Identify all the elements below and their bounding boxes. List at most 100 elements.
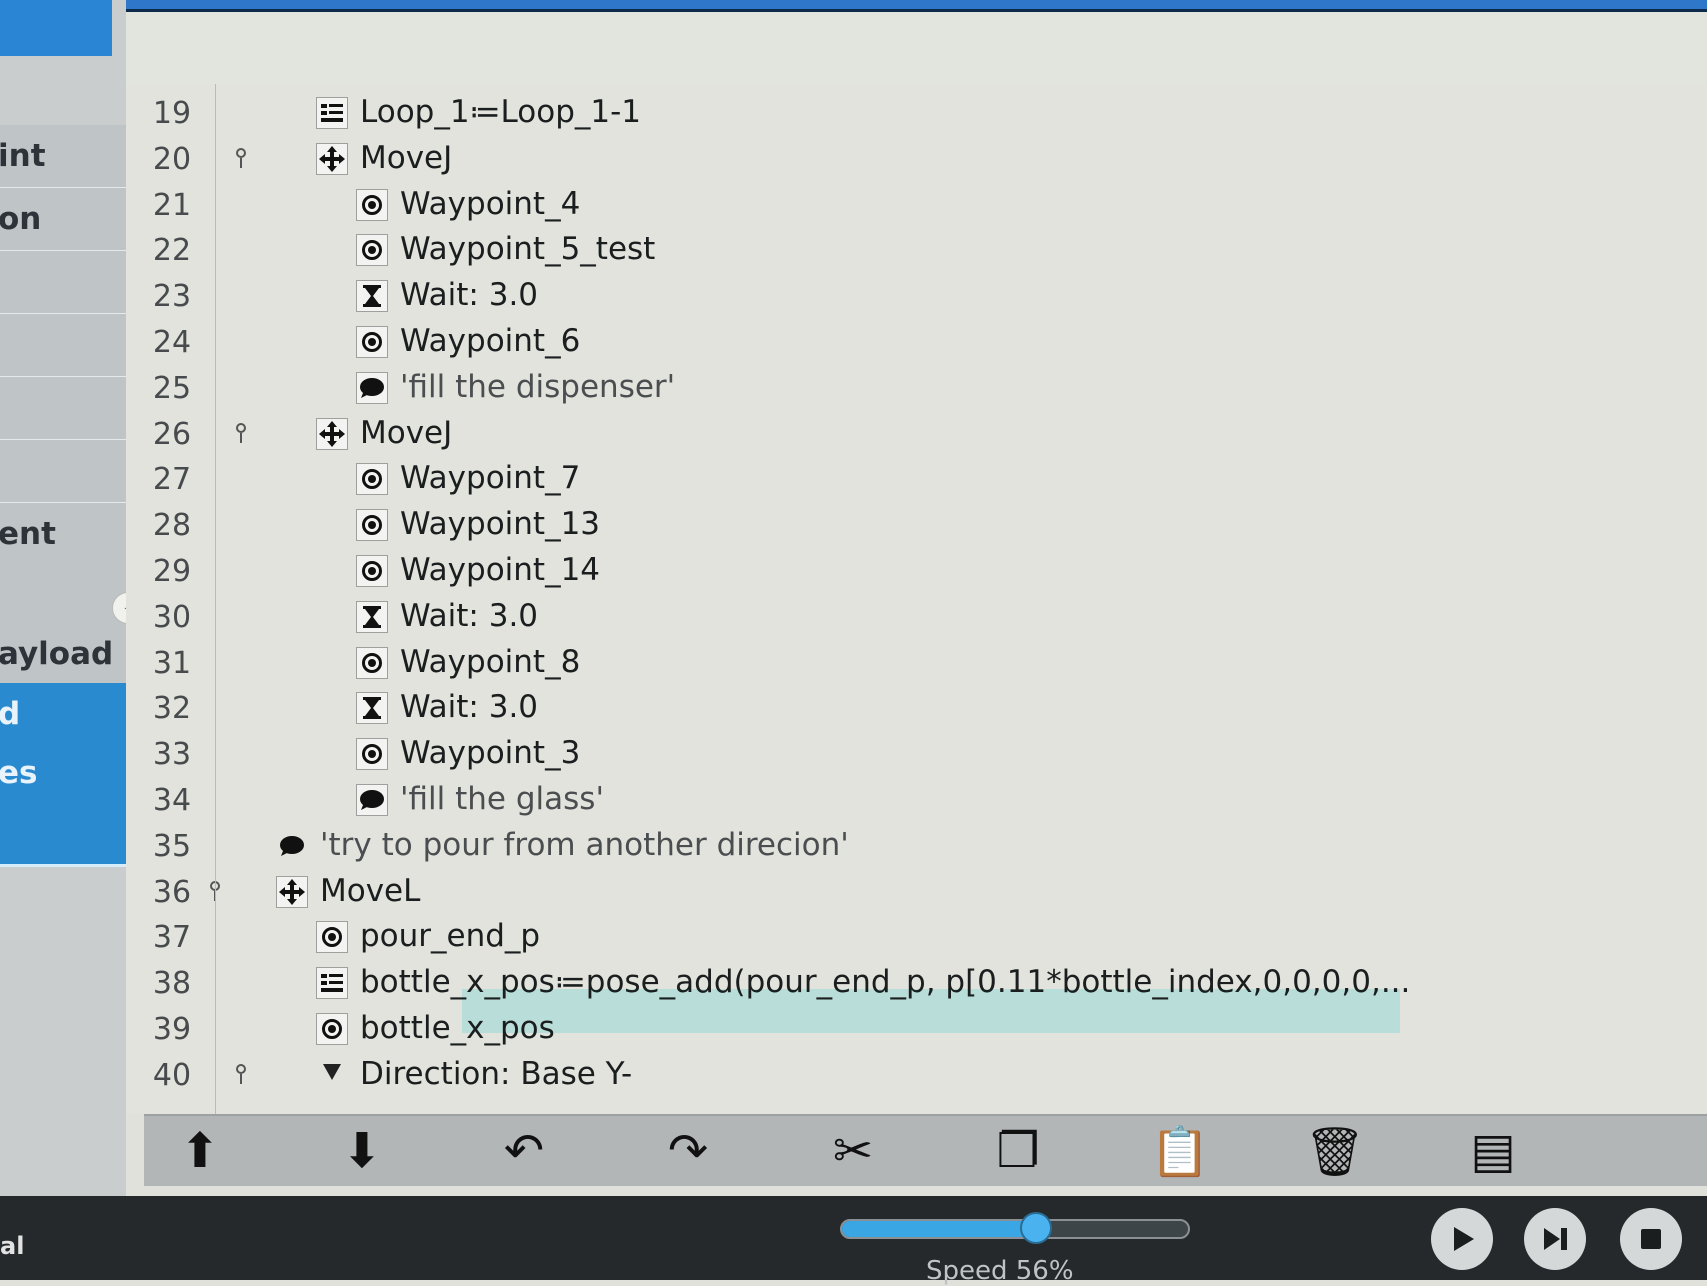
program-row[interactable]: 26 MoveJ [126, 411, 1707, 457]
program-node-label: Loop_1≔Loop_1-1 [360, 94, 642, 130]
program-row[interactable]: 20 MoveJ [126, 136, 1707, 182]
program-row[interactable]: 22 Waypoint_5_test [126, 227, 1707, 273]
program-node-label: Waypoint_13 [400, 506, 601, 543]
step-icon [1544, 1228, 1567, 1250]
speed-slider-knob[interactable] [1020, 1212, 1052, 1244]
sidebar-item-11[interactable] [0, 802, 126, 867]
bottom-left-label: al [0, 1232, 25, 1260]
speed-label: Speed 56% [926, 1256, 1074, 1286]
comment-icon [356, 371, 388, 404]
sidebar-item-0[interactable]: int [0, 125, 126, 190]
sidebar-item-7[interactable] [0, 563, 126, 628]
program-row[interactable]: 31 Waypoint_8 [126, 640, 1707, 686]
stop-icon [1641, 1229, 1661, 1249]
line-number: 40 [152, 1057, 192, 1093]
move-down-button[interactable]: ⬇ [332, 1122, 392, 1180]
comment-icon [356, 784, 388, 816]
sidebar-item-4[interactable] [0, 377, 126, 442]
program-row[interactable]: 29 Waypoint_14 [126, 548, 1707, 594]
sidebar-item-label: ayload [0, 636, 114, 672]
delete-button[interactable]: 🗑 [1305, 1122, 1366, 1180]
sidebar-item-label: d [0, 696, 21, 732]
sidebar-item-3[interactable] [0, 314, 126, 379]
line-number: 21 [152, 187, 192, 223]
sidebar-item-5[interactable] [0, 440, 126, 505]
line-number: 33 [152, 737, 192, 773]
line-number: 23 [152, 279, 192, 315]
move-icon [316, 142, 348, 175]
program-row[interactable]: 19 Loop_1≔Loop_1-1 [126, 90, 1707, 136]
sidebar-item-2[interactable] [0, 251, 126, 316]
speed-slider[interactable] [840, 1219, 1190, 1239]
program-row[interactable]: 34 'fill the glass' [126, 777, 1707, 823]
program-row[interactable]: 25 'fill the dispenser' [126, 365, 1707, 411]
program-node-label: MoveJ [360, 139, 453, 176]
sidebar-item-9[interactable]: d [0, 683, 126, 748]
program-row[interactable]: 39 bottle_x_pos [126, 1006, 1707, 1052]
program-row[interactable]: 40 Direction: Base Y- [126, 1052, 1707, 1098]
program-row[interactable]: 21 Waypoint_4 [126, 182, 1707, 228]
assignment-icon [316, 967, 348, 1000]
paste-button[interactable]: 📋 [1150, 1122, 1210, 1180]
program-node-label: MoveJ [360, 414, 453, 451]
breakpoint-pin-icon[interactable] [234, 147, 248, 170]
program-tree[interactable]: 19 Loop_1≔Loop_1-1 20 MoveJ 21 Waypoint_4 22 Wa… [126, 84, 1707, 1114]
line-number: 27 [152, 462, 192, 498]
breakpoint-pin-icon[interactable] [234, 422, 248, 445]
line-number: 29 [152, 554, 192, 589]
undo-button[interactable]: ↶ [494, 1122, 554, 1180]
program-header [126, 12, 1707, 86]
redo-button[interactable]: ↷ [658, 1122, 718, 1180]
move-up-button[interactable]: ⬆ [170, 1122, 230, 1180]
sidebar-item-6[interactable]: ent [0, 503, 126, 568]
gutter-divider [215, 84, 216, 1114]
line-number: 32 [152, 691, 192, 727]
line-number: 22 [152, 233, 192, 269]
sidebar-item-8[interactable]: ayload [0, 623, 126, 688]
copy-button[interactable]: ❐ [988, 1122, 1048, 1180]
top-accent-strip [120, 0, 1707, 9]
waypoint-icon [356, 326, 388, 358]
speed-slider-fill [842, 1221, 1038, 1237]
step-button[interactable] [1524, 1208, 1586, 1270]
program-row[interactable]: 35 'try to pour from another direcion' [126, 823, 1707, 869]
program-row[interactable]: 33 Waypoint_3 [126, 731, 1707, 777]
program-row[interactable]: 38 bottle_x_pos≔pose_add(pour_end_p, p[0.… [126, 960, 1707, 1006]
breakpoint-pin-icon[interactable] [234, 1063, 248, 1086]
waypoint-icon [356, 738, 388, 771]
program-row[interactable]: 27 Waypoint_7 [126, 456, 1707, 502]
program-node-label: MoveL [320, 872, 421, 909]
program-row[interactable]: 32 Wait: 3.0 [126, 685, 1707, 731]
suppress-button[interactable]: ▤ [1463, 1122, 1523, 1180]
suppress-icon: ▤ [1470, 1123, 1516, 1179]
program-row[interactable]: 37 pour_end_p [126, 914, 1707, 960]
program-node-label: Wait: 3.0 [400, 597, 539, 634]
waypoint-icon [356, 188, 388, 221]
program-node-label: Direction: Base Y- [360, 1055, 633, 1092]
waypoint-icon [356, 234, 388, 267]
stop-button[interactable] [1620, 1208, 1682, 1270]
program-node-label: Waypoint_8 [400, 643, 581, 680]
line-number: 39 [152, 1012, 192, 1047]
sidebar-item-label: ent [0, 516, 56, 552]
cut-button[interactable]: ✂ [823, 1122, 883, 1180]
wait-icon [356, 600, 388, 633]
line-number: 31 [152, 645, 192, 681]
arrow-up-icon: ⬆ [179, 1123, 221, 1179]
line-number: 28 [152, 508, 192, 544]
program-row[interactable]: 30 Wait: 3.0 [126, 594, 1707, 640]
play-button[interactable] [1431, 1208, 1493, 1270]
program-row[interactable]: 24 Waypoint_6 [126, 319, 1707, 365]
sidebar-top-tab[interactable] [0, 0, 112, 56]
program-node-label: Waypoint_14 [400, 552, 601, 588]
program-row[interactable]: 23 Wait: 3.0 [126, 273, 1707, 319]
program-row[interactable]: 36 MoveL [126, 869, 1707, 915]
waypoint-icon [356, 646, 388, 679]
comment-icon [276, 830, 308, 862]
program-row[interactable]: 28 Waypoint_13 [126, 502, 1707, 548]
sidebar-item-10[interactable]: es [0, 742, 126, 807]
copy-icon: ❐ [996, 1123, 1040, 1179]
move-icon [276, 875, 308, 908]
line-number: 37 [152, 920, 192, 956]
sidebar-item-1[interactable]: on [0, 188, 126, 253]
